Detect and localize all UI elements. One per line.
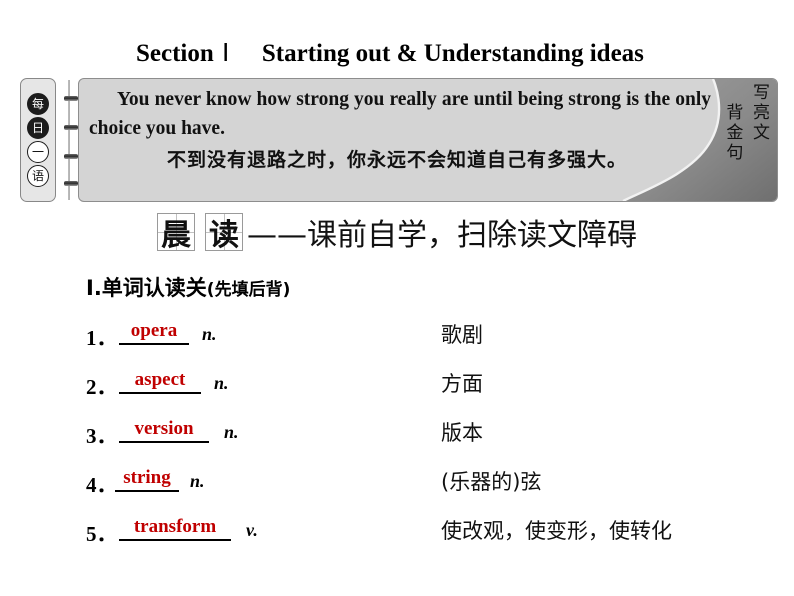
part-of-speech: n. — [224, 422, 239, 442]
answer-blank[interactable]: aspect — [119, 369, 201, 394]
quote-text-group: You never know how strong you really are… — [79, 85, 719, 143]
vocabulary-list: 1． opera n. 歌剧 2． aspect n. 方面 3． versio… — [86, 316, 766, 561]
grid-char-du-label: 读 — [209, 218, 239, 253]
subsection-note: (先填后背) — [206, 280, 291, 300]
part-of-speech: n. — [214, 373, 229, 393]
row-number: 3． — [86, 424, 118, 448]
vocabulary-row: 2． aspect n. 方面 — [86, 365, 766, 414]
answer-blank[interactable]: string — [115, 467, 179, 492]
tab-glyph-2: 日 — [27, 117, 49, 139]
chinese-meaning: 方面 — [441, 372, 483, 396]
daily-quote-block: 每 日 一 语 You never know how strong you re… — [20, 78, 778, 202]
part-of-speech: v. — [246, 520, 258, 540]
tab-glyph-3: 一 — [27, 141, 49, 163]
row-number: 1． — [86, 326, 118, 350]
tab-glyph-1: 每 — [27, 93, 49, 115]
chinese-meaning: 歌剧 — [441, 323, 483, 347]
vocabulary-row: 3． version n. 版本 — [86, 414, 766, 463]
row-number: 4． — [86, 473, 118, 497]
title-roman-numeral: Ⅰ — [222, 40, 230, 67]
subsection-numeral: Ⅰ. — [86, 276, 102, 300]
title-subtitle: Starting out & Understanding ideas — [261, 40, 644, 67]
section-header-chendu: 晨 读 ——课前自学，扫除读文障碍 — [0, 210, 794, 254]
quote-chinese: 不到没有退路之时，你永远不会知道自己有多强大。 — [166, 149, 627, 171]
spiral-binding-icon — [62, 80, 78, 200]
chinese-meaning: 使改观，使变形，使转化 — [441, 519, 672, 543]
tab-glyph-4: 语 — [27, 165, 49, 187]
grid-char-chen: 晨 — [157, 213, 195, 253]
quote-right-tab: 写亮文 背金句 — [720, 83, 771, 199]
right-tab-column-2: 背金句 — [722, 103, 743, 163]
page-title: Section Ⅰ Starting out & Understanding i… — [136, 38, 644, 68]
part-of-speech: n. — [190, 471, 205, 491]
answer-blank[interactable]: version — [119, 418, 209, 443]
section-header-tail: ——课前自学，扫除读文障碍 — [247, 218, 637, 253]
slide-page: Section Ⅰ Starting out & Understanding i… — [0, 0, 794, 596]
grid-char-chen-label: 晨 — [161, 218, 191, 253]
row-number: 5． — [86, 522, 118, 546]
vocabulary-row: 1． opera n. 歌剧 — [86, 316, 766, 365]
answer-blank[interactable]: opera — [119, 320, 189, 345]
subsection-heading: Ⅰ.单词认读关(先填后背) — [86, 272, 290, 302]
vocabulary-row: 4． string n. (乐器的)弦 — [86, 463, 766, 512]
chinese-meaning: (乐器的)弦 — [441, 470, 542, 494]
quote-english: You never know how strong you really are… — [89, 89, 711, 139]
part-of-speech: n. — [202, 324, 217, 344]
chinese-meaning: 版本 — [441, 421, 483, 445]
subsection-text: 单词认读关 — [101, 276, 207, 300]
vocabulary-row: 5． transform v. 使改观，使变形，使转化 — [86, 512, 766, 561]
right-tab-column-1: 写亮文 — [749, 83, 769, 143]
quote-panel: You never know how strong you really are… — [78, 78, 778, 202]
daily-quote-left-tab: 每 日 一 语 — [20, 78, 56, 202]
answer-blank[interactable]: transform — [119, 516, 231, 541]
title-section-label: Section — [136, 40, 214, 67]
row-number: 2． — [86, 375, 118, 399]
grid-char-du: 读 — [205, 213, 243, 253]
